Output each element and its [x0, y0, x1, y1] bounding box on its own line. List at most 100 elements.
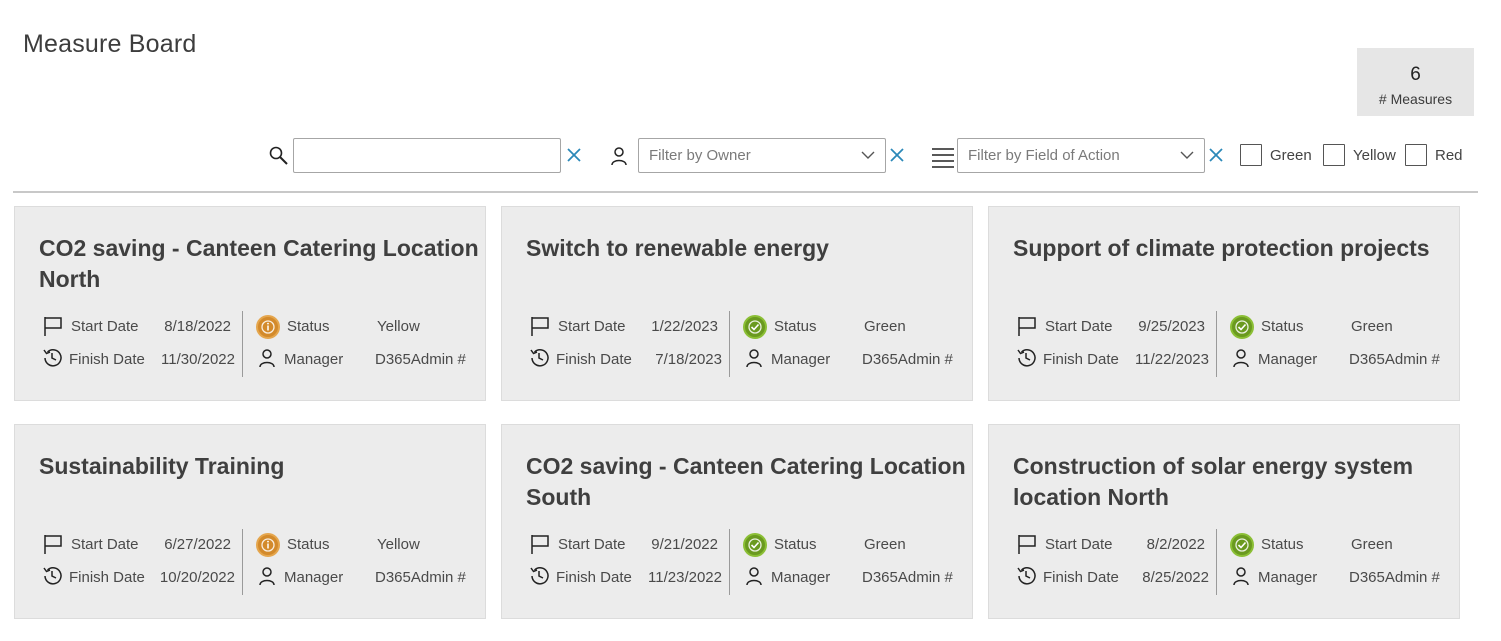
manager-value: D365Admin # [862, 351, 953, 368]
status-value: Yellow [377, 318, 420, 335]
status-label: Status [287, 318, 330, 335]
status-label: Status [774, 318, 817, 335]
measure-card[interactable]: Sustainability Training Start Date 6/27/… [14, 424, 486, 619]
search-input[interactable] [293, 138, 561, 173]
filter-divider [13, 191, 1478, 193]
finish-date-label: Finish Date [1043, 569, 1119, 586]
finish-date-value: 11/23/2022 [648, 569, 722, 586]
yellow-checkbox-box[interactable] [1323, 144, 1345, 166]
clear-field-of-action-icon[interactable] [1206, 145, 1226, 165]
card-divider [729, 311, 730, 377]
red-checkbox-box[interactable] [1405, 144, 1427, 166]
status-value: Green [1351, 318, 1393, 335]
manager-value: D365Admin # [375, 351, 466, 368]
red-checkbox[interactable]: Red [1405, 141, 1475, 167]
start-date-label: Start Date [558, 536, 626, 553]
manager-value: D365Admin # [1349, 351, 1440, 368]
measure-card[interactable]: Construction of solar energy system loca… [988, 424, 1460, 619]
status-label: Status [1261, 318, 1304, 335]
clear-owner-icon[interactable] [887, 145, 907, 165]
status-label: Status [1261, 536, 1304, 553]
green-checkbox-label: Green [1270, 147, 1312, 164]
search-icon [268, 145, 290, 167]
manager-label: Manager [284, 351, 343, 368]
status-check-icon [743, 315, 767, 339]
list-icon [931, 146, 955, 168]
manager-value: D365Admin # [1349, 569, 1440, 586]
measure-card[interactable]: CO2 saving - Canteen Catering Location N… [14, 206, 486, 401]
history-icon [41, 347, 63, 369]
chevron-down-icon [861, 150, 875, 160]
measures-count-card: 6 # Measures [1357, 48, 1474, 116]
status-value: Green [864, 318, 906, 335]
card-divider [242, 529, 243, 595]
history-icon [528, 565, 550, 587]
measures-count-value: 6 [1357, 65, 1474, 85]
person-icon [744, 348, 764, 368]
field-of-action-placeholder: Filter by Field of Action [968, 147, 1120, 164]
status-check-icon [1230, 315, 1254, 339]
status-value: Yellow [377, 536, 420, 553]
status-info-icon [256, 533, 280, 557]
measure-title: Construction of solar energy system loca… [1013, 451, 1453, 513]
finish-date-label: Finish Date [1043, 351, 1119, 368]
person-icon [257, 348, 277, 368]
start-date-value: 9/21/2022 [651, 536, 718, 553]
start-date-value: 9/25/2023 [1138, 318, 1205, 335]
manager-label: Manager [1258, 351, 1317, 368]
clear-search-icon[interactable] [564, 145, 584, 165]
owner-filter-placeholder: Filter by Owner [649, 147, 751, 164]
flag-icon [42, 533, 64, 555]
card-divider [729, 529, 730, 595]
finish-date-value: 8/25/2022 [1142, 569, 1209, 586]
status-check-icon [1230, 533, 1254, 557]
finish-date-value: 11/22/2023 [1135, 351, 1209, 368]
person-icon [744, 566, 764, 586]
measure-title: Switch to renewable energy [526, 233, 966, 264]
page-title: Measure Board [23, 30, 197, 59]
flag-icon [529, 315, 551, 337]
flag-icon [529, 533, 551, 555]
finish-date-label: Finish Date [556, 569, 632, 586]
manager-label: Manager [284, 569, 343, 586]
green-checkbox[interactable]: Green [1240, 141, 1320, 167]
manager-label: Manager [1258, 569, 1317, 586]
start-date-label: Start Date [71, 536, 139, 553]
start-date-label: Start Date [558, 318, 626, 335]
flag-icon [1016, 315, 1038, 337]
person-icon [1231, 348, 1251, 368]
status-value: Green [1351, 536, 1393, 553]
start-date-label: Start Date [71, 318, 139, 335]
history-icon [528, 347, 550, 369]
finish-date-value: 10/20/2022 [160, 569, 235, 586]
measure-title: CO2 saving - Canteen Catering Location S… [526, 451, 966, 513]
measure-card[interactable]: CO2 saving - Canteen Catering Location S… [501, 424, 973, 619]
finish-date-label: Finish Date [556, 351, 632, 368]
history-icon [1015, 347, 1037, 369]
start-date-value: 8/18/2022 [164, 318, 231, 335]
flag-icon [1016, 533, 1038, 555]
finish-date-label: Finish Date [69, 351, 145, 368]
person-icon [1231, 566, 1251, 586]
measure-card[interactable]: Support of climate protection projects S… [988, 206, 1460, 401]
field-of-action-filter-dropdown[interactable]: Filter by Field of Action [957, 138, 1205, 173]
yellow-checkbox-label: Yellow [1353, 147, 1396, 164]
status-info-icon [256, 315, 280, 339]
status-value: Green [864, 536, 906, 553]
owner-filter-dropdown[interactable]: Filter by Owner [638, 138, 886, 173]
chevron-down-icon [1180, 150, 1194, 160]
green-checkbox-box[interactable] [1240, 144, 1262, 166]
start-date-label: Start Date [1045, 318, 1113, 335]
red-checkbox-label: Red [1435, 147, 1463, 164]
measure-card[interactable]: Switch to renewable energy Start Date 1/… [501, 206, 973, 401]
measure-title: Support of climate protection projects [1013, 233, 1453, 264]
manager-label: Manager [771, 351, 830, 368]
history-icon [1015, 565, 1037, 587]
finish-date-value: 11/30/2022 [161, 351, 235, 368]
start-date-value: 8/2/2022 [1147, 536, 1205, 553]
person-icon [257, 566, 277, 586]
history-icon [41, 565, 63, 587]
person-icon [609, 146, 629, 166]
yellow-checkbox[interactable]: Yellow [1323, 141, 1403, 167]
status-check-icon [743, 533, 767, 557]
